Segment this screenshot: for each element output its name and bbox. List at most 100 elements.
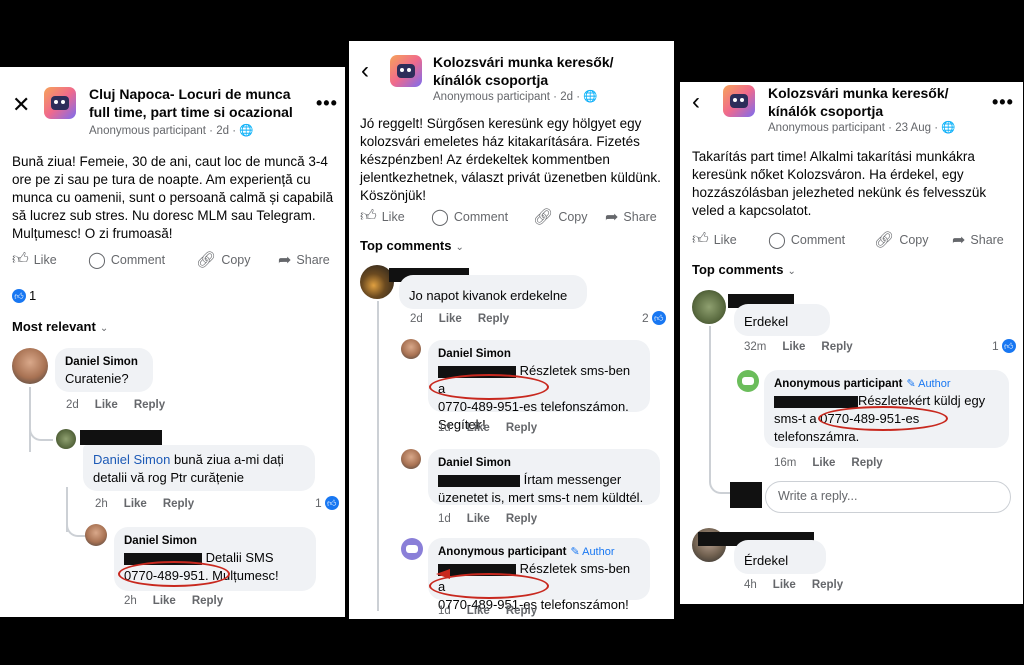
close-icon[interactable]: ✕ xyxy=(12,94,30,116)
share-icon: ➦ xyxy=(605,209,619,226)
link-icon: 🔗︎ xyxy=(533,209,554,226)
post-body: Takarítás part time! Alkalmi takarítási … xyxy=(692,149,987,218)
comment-meta: 2h Like Reply xyxy=(124,595,224,607)
avatar[interactable] xyxy=(56,429,76,449)
back-chevron-icon[interactable]: ‹ xyxy=(692,90,700,114)
link-icon: 🔗︎ xyxy=(196,252,217,269)
phone-number-highlight xyxy=(118,561,230,587)
comment-icon: ◯ xyxy=(431,209,449,226)
mentioned-user[interactable]: Daniel Simon xyxy=(93,452,170,467)
avatar[interactable] xyxy=(692,290,726,324)
back-chevron-icon[interactable]: ‹ xyxy=(361,59,369,83)
more-options-icon[interactable]: ••• xyxy=(316,93,338,114)
comment-reply-button[interactable]: Reply xyxy=(478,313,509,325)
comment-button[interactable]: ◯ Comment xyxy=(88,250,165,270)
group-title[interactable]: Kolozsvári munka keresők/ kínálók csopor… xyxy=(433,53,633,89)
thumbs-up-icon: 👍︎ xyxy=(692,231,709,248)
comment-icon: ◯ xyxy=(768,232,786,249)
comment-like-button[interactable]: Like xyxy=(467,422,490,434)
comment-reactions[interactable]: 1 👍︎ xyxy=(315,496,339,510)
phone-number-highlight xyxy=(429,573,549,599)
comment-reply-button[interactable]: Reply xyxy=(506,513,537,525)
comment-sort[interactable]: Most relevant ⌄ xyxy=(12,319,108,334)
like-reaction-icon: 👍︎ xyxy=(1001,339,1016,353)
group-avatar[interactable] xyxy=(723,85,755,117)
comment-text: Detalii SMS xyxy=(205,550,274,565)
comment-like-button[interactable]: Like xyxy=(124,498,147,510)
comment-author[interactable]: Daniel Simon xyxy=(438,346,640,362)
redacted-avatar xyxy=(730,482,762,508)
comment-like-button[interactable]: Like xyxy=(95,399,118,411)
comment-like-button[interactable]: Like xyxy=(782,341,805,353)
comment-like-button[interactable]: Like xyxy=(773,579,796,591)
comment-author[interactable]: Anonymous participant xyxy=(774,378,902,390)
group-avatar[interactable] xyxy=(44,87,76,119)
comment-bubble: Daniel Simon Írtam messenger üzenetet is… xyxy=(428,449,660,505)
comment-button[interactable]: ◯ Comment xyxy=(431,207,508,227)
comment-sort[interactable]: Top comments ⌄ xyxy=(360,238,464,253)
comment-reactions[interactable]: 1 👍︎ xyxy=(992,339,1016,353)
phone-number-highlight xyxy=(429,374,549,400)
comment-like-button[interactable]: Like xyxy=(812,457,835,469)
copy-button[interactable]: 🔗︎ Copy xyxy=(874,230,929,250)
comment-meta: 4h Like Reply xyxy=(744,579,844,591)
comment-reply-button[interactable]: Reply xyxy=(506,422,537,434)
comment-reply-button[interactable]: Reply xyxy=(851,457,882,469)
group-title[interactable]: Kolozsvári munka keresők/ kínálók csopor… xyxy=(768,84,968,120)
comment-bubble: Érdekel xyxy=(734,540,826,574)
chevron-down-icon: ⌄ xyxy=(787,266,796,277)
like-reaction-icon: 👍︎ xyxy=(12,288,26,303)
thread-line xyxy=(709,326,711,481)
group-title[interactable]: Cluj Napoca- Locuri de munca full time, … xyxy=(89,85,304,121)
comment-reactions[interactable]: 2 👍︎ xyxy=(642,311,666,325)
comment-like-button[interactable]: Like xyxy=(467,605,490,617)
like-button[interactable]: 👍︎ Like xyxy=(12,250,57,269)
comment-like-button[interactable]: Like xyxy=(439,313,462,325)
anonymous-avatar[interactable] xyxy=(401,538,423,560)
comment-text: Érdekel xyxy=(744,553,789,568)
comment-author[interactable]: Anonymous participant xyxy=(438,546,566,558)
avatar[interactable] xyxy=(85,524,107,546)
comment-button[interactable]: ◯ Comment xyxy=(768,230,845,250)
comment-text: üzenetet is, mert sms-t nem küldtél. xyxy=(438,490,644,505)
comment-meta: 1d Like Reply xyxy=(438,513,538,525)
comment-meta: 2d Like Reply xyxy=(410,313,510,325)
redacted-name xyxy=(438,474,520,487)
thread-line xyxy=(377,301,379,611)
reaction-summary[interactable]: 👍︎ 1 xyxy=(12,288,36,303)
comment-reply-button[interactable]: Reply xyxy=(134,399,165,411)
copy-button[interactable]: 🔗︎ Copy xyxy=(196,250,251,270)
group-avatar[interactable] xyxy=(390,55,422,87)
comment-author[interactable]: Daniel Simon xyxy=(65,354,143,370)
post-body: Bună ziua! Femeie, 30 de ani, caut loc d… xyxy=(12,154,334,241)
comment-sort[interactable]: Top comments ⌄ xyxy=(692,262,796,277)
post-panel-kolozsvar-2: ‹ Kolozsvári munka keresők/ kínálók csop… xyxy=(680,82,1023,604)
comment-reply-button[interactable]: Reply xyxy=(812,579,843,591)
comment-reply-button[interactable]: Reply xyxy=(163,498,194,510)
share-button[interactable]: ➦ Share xyxy=(605,207,657,227)
comment-author[interactable]: Daniel Simon xyxy=(438,455,650,471)
comment-reply-button[interactable]: Reply xyxy=(506,605,537,617)
like-button[interactable]: 👍︎ Like xyxy=(692,230,737,249)
link-icon: 🔗︎ xyxy=(874,232,895,249)
share-button[interactable]: ➦ Share xyxy=(278,250,330,270)
chevron-down-icon: ⌄ xyxy=(99,323,109,334)
comment-reply-button[interactable]: Reply xyxy=(192,595,223,607)
comment-meta: 1d Like Reply xyxy=(438,605,538,617)
comment-text: Írtam messenger xyxy=(523,472,622,487)
more-options-icon[interactable]: ••• xyxy=(992,92,1014,113)
comment-reply-button[interactable]: Reply xyxy=(821,341,852,353)
comment-like-button[interactable]: Like xyxy=(153,595,176,607)
avatar[interactable] xyxy=(12,348,48,384)
comment-author[interactable]: Daniel Simon xyxy=(124,533,306,549)
avatar[interactable] xyxy=(401,339,421,359)
like-button[interactable]: 👍︎ Like xyxy=(360,207,405,226)
author-badge: ✎ Author xyxy=(570,546,615,558)
anonymous-avatar[interactable] xyxy=(737,370,759,392)
comment-like-button[interactable]: Like xyxy=(467,513,490,525)
reply-input[interactable]: Write a reply... xyxy=(765,481,1011,513)
copy-button[interactable]: 🔗︎ Copy xyxy=(533,207,588,227)
comment-text: Jo napot kivanok erdekelne xyxy=(409,288,568,303)
share-button[interactable]: ➦ Share xyxy=(952,230,1004,250)
avatar[interactable] xyxy=(401,449,421,469)
